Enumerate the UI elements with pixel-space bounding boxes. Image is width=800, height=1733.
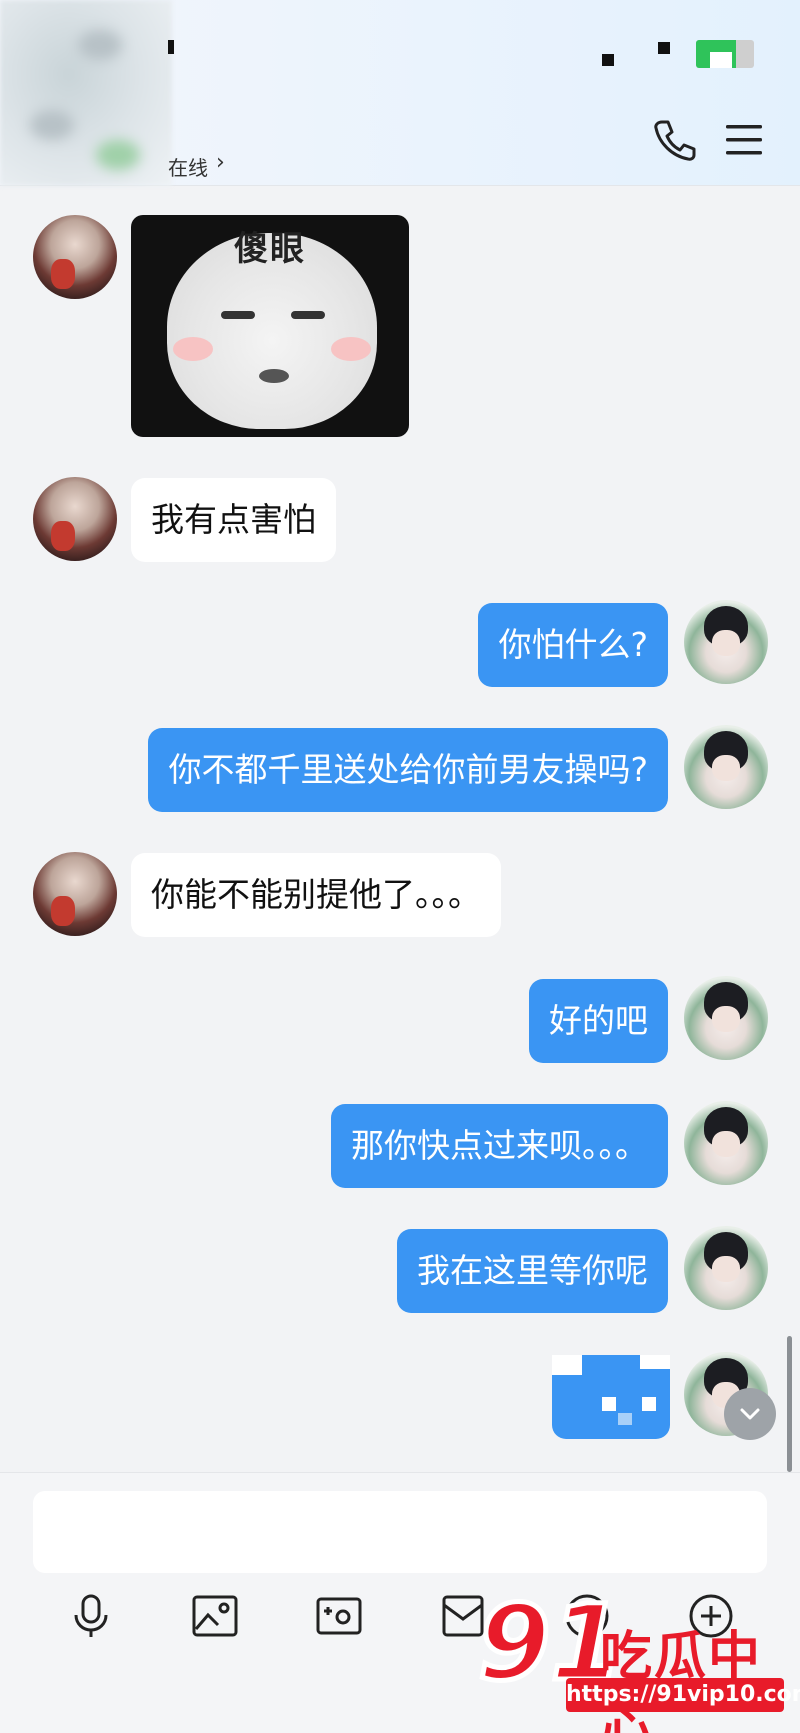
name-fragment xyxy=(168,40,174,54)
my-avatar[interactable] xyxy=(684,1101,768,1185)
incoming-message[interactable]: 你能不能别提他了。。。 xyxy=(131,853,501,937)
camera-icon[interactable] xyxy=(314,1591,364,1641)
microphone-icon[interactable] xyxy=(66,1591,116,1641)
outgoing-message[interactable]: 好的吧 xyxy=(529,979,668,1063)
incoming-message[interactable]: 我有点害怕 xyxy=(131,478,336,562)
chat-header: 在线 › xyxy=(0,0,800,186)
status-bar-pixel xyxy=(658,42,670,54)
status-bar-pixel xyxy=(602,54,614,66)
contact-status[interactable]: 在线 xyxy=(168,152,208,181)
my-avatar[interactable] xyxy=(684,600,768,684)
watermark-url: https://91vip10.com xyxy=(566,1678,800,1712)
my-avatar[interactable] xyxy=(684,725,768,809)
outgoing-message-pixelated[interactable] xyxy=(552,1355,670,1439)
outgoing-message[interactable]: 你怕什么? xyxy=(478,603,668,687)
contact-avatar[interactable] xyxy=(33,852,117,936)
watermark-title: 吃瓜中心 xyxy=(600,1627,763,1733)
my-avatar[interactable] xyxy=(684,1226,768,1310)
contact-avatar[interactable] xyxy=(33,477,117,561)
scroll-to-bottom-button[interactable] xyxy=(724,1388,776,1440)
message-input[interactable] xyxy=(33,1491,767,1573)
image-icon[interactable] xyxy=(190,1591,240,1641)
site-watermark: 91 吃瓜中心 https://91vip10.com xyxy=(470,1586,800,1733)
hamburger-menu-icon[interactable] xyxy=(720,116,768,164)
my-avatar[interactable] xyxy=(684,976,768,1060)
battery-icon xyxy=(696,40,754,68)
contact-avatar[interactable] xyxy=(33,215,117,299)
outgoing-message[interactable]: 我在这里等你呢 xyxy=(397,1229,668,1313)
outgoing-message[interactable]: 那你快点过来呗。。。 xyxy=(331,1104,668,1188)
contact-name-blurred[interactable] xyxy=(0,0,172,186)
sticker-caption: 傻眼 xyxy=(234,229,306,269)
sticker-message[interactable]: 傻眼 xyxy=(131,215,409,437)
phone-icon[interactable] xyxy=(650,116,698,164)
outgoing-message[interactable]: 你不都千里送处给你前男友操吗? xyxy=(148,728,668,812)
chevron-right-icon[interactable]: › xyxy=(216,150,225,175)
scrollbar[interactable] xyxy=(787,1336,792,1472)
chevron-down-icon xyxy=(740,1408,760,1420)
